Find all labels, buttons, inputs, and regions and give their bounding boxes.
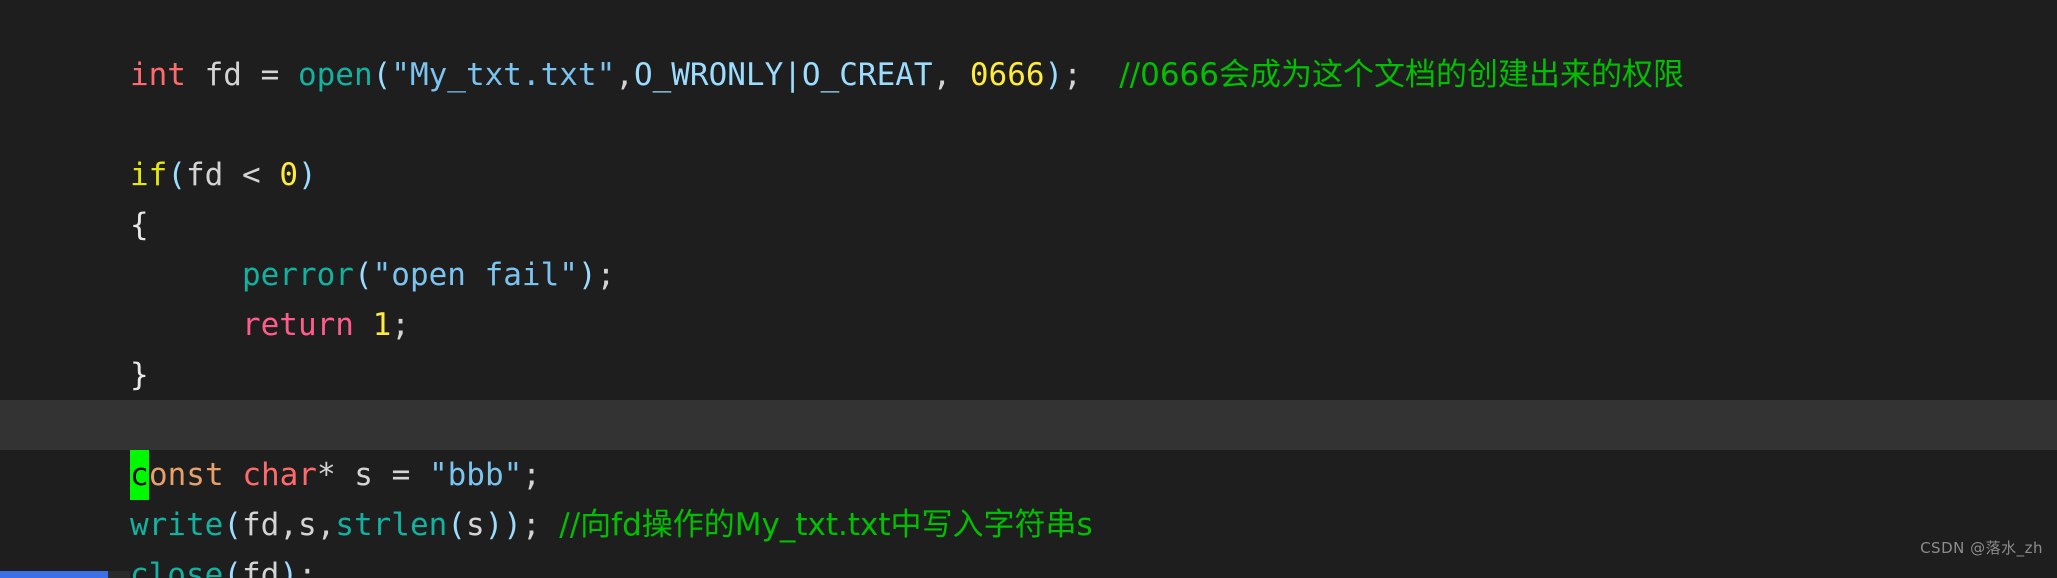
code-content[interactable]: int fd = open("My_txt.txt",O_WRONLY|O_CR… <box>0 0 2057 578</box>
code-line-11[interactable]: close(fd); <box>0 500 2057 578</box>
watermark-label: CSDN @落水_zh <box>1920 539 2043 557</box>
scroll-indicator[interactable] <box>0 571 108 578</box>
code-line-4[interactable]: { <box>0 150 2057 243</box>
bottom-bar <box>0 570 2057 578</box>
scroll-indicator-tail <box>108 571 130 578</box>
code-line-1[interactable]: int fd = open("My_txt.txt",O_WRONLY|O_CR… <box>0 0 2057 93</box>
code-line-9-current[interactable]: const char* s = "bbb"; <box>0 400 2057 500</box>
code-line-3[interactable]: if(fd < 0) <box>0 100 2057 193</box>
code-line-2-blank[interactable] <box>0 50 2057 100</box>
code-line-5[interactable]: perror("open fail"); <box>0 200 2057 293</box>
code-line-10[interactable]: write(fd,s,strlen(s)); //向fd操作的My_txt.tx… <box>0 450 2057 543</box>
code-editor[interactable]: int fd = open("My_txt.txt",O_WRONLY|O_CR… <box>0 0 2057 578</box>
code-line-7[interactable]: } <box>0 300 2057 393</box>
code-line-8-blank[interactable] <box>0 350 2057 400</box>
code-line-6[interactable]: return 1; <box>0 250 2057 343</box>
